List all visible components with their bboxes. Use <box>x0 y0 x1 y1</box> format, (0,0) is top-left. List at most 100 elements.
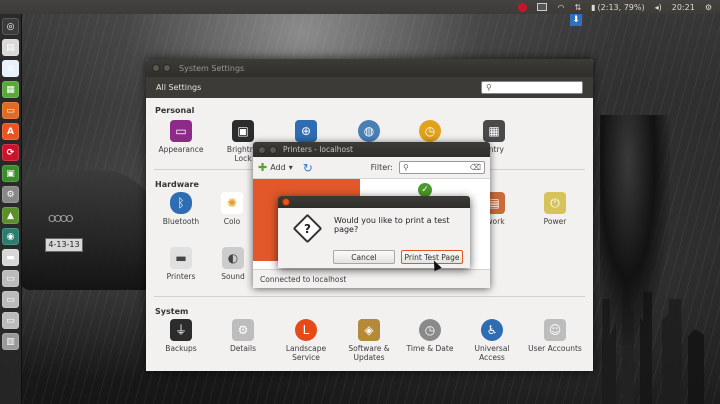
settings-item-user-accounts[interactable]: ☺ User Accounts <box>524 319 586 353</box>
item-label: Backups <box>165 344 197 353</box>
terminal-green-icon[interactable]: ▣ <box>2 165 19 182</box>
record-icon <box>518 2 528 12</box>
question-mark: ? <box>304 221 311 236</box>
software-center-icon[interactable]: A <box>2 123 19 140</box>
item-label: User Accounts <box>528 344 582 353</box>
presentation-icon[interactable]: ▭ <box>2 102 19 119</box>
wifi-indicator[interactable]: ◠ <box>557 3 564 12</box>
keyboard-indicator[interactable] <box>537 3 548 11</box>
top-panel: ◠ ⇅ ▮ (2:13, 79%) ◂) 20:21 ⚙ <box>0 0 720 14</box>
session-menu[interactable]: ⚙ <box>705 3 712 12</box>
printers-title: Printers - localhost <box>283 145 353 154</box>
sync-indicator[interactable]: ⇅ <box>574 3 581 12</box>
plus-icon: ✚ <box>258 161 268 174</box>
vm-icon[interactable]: ◉ <box>2 228 19 245</box>
settings-item-sound[interactable]: ◐ Sound <box>212 247 254 281</box>
dash-icon[interactable]: ◎ <box>2 18 19 35</box>
power-icon: ⏻ <box>544 192 566 214</box>
bluetooth-icon: ᛒ <box>170 192 192 214</box>
drive3-icon[interactable]: ▭ <box>2 312 19 329</box>
close-icon[interactable] <box>152 64 160 72</box>
settings-item-details[interactable]: ⚙ Details <box>212 319 274 353</box>
keyboard-icon <box>537 3 548 11</box>
dialog-titlebar[interactable] <box>278 196 470 208</box>
files-icon[interactable]: ▤ <box>2 39 19 56</box>
power-menu-icon: ⚙ <box>704 2 712 12</box>
download-icon[interactable]: ⬇ <box>570 14 582 26</box>
add-printer-button[interactable]: ✚ Add ▾ <box>258 161 293 174</box>
settings-toolbar: All Settings ⚲ <box>146 77 593 98</box>
item-label: Details <box>229 344 256 353</box>
printer-launch-icon[interactable]: ▬ <box>2 249 19 266</box>
drive2-icon[interactable]: ▭ <box>2 291 19 308</box>
settings-search-input[interactable]: ⚲ <box>481 81 583 94</box>
language-icon: ⊕ <box>295 120 317 142</box>
drive-icon[interactable]: ▭ <box>2 270 19 287</box>
printers-toolbar: ✚ Add ▾ ↻ Filter: ⚲ ⌫ <box>253 157 490 179</box>
search-icon: ⚲ <box>486 83 492 92</box>
user-accounts-icon: ☺ <box>544 319 566 341</box>
sound-icon: ◐ <box>222 247 244 269</box>
photos-icon[interactable]: ▲ <box>2 207 19 224</box>
clock[interactable]: 20:21 <box>672 3 695 12</box>
backups-icon: ⏚ <box>170 319 192 341</box>
settings-icon[interactable]: ⚙ <box>2 186 19 203</box>
settings-item-software-updates[interactable]: ◈ Software & Updates <box>338 319 400 362</box>
universal-access-icon: ♿ <box>481 319 503 341</box>
clear-icon[interactable]: ⌫ <box>470 163 481 172</box>
spreadsheet-icon[interactable]: ▦ <box>2 81 19 98</box>
wifi-icon: ◠ <box>557 2 565 12</box>
all-settings-button[interactable]: All Settings <box>156 83 201 92</box>
settings-item-appearance[interactable]: ▭ Appearance <box>150 120 212 154</box>
update-icon[interactable]: ⟳ <box>2 144 19 161</box>
car-plate: 4-13-13 <box>45 238 83 252</box>
settings-title: System Settings <box>179 63 245 73</box>
text-doc-icon[interactable]: ≡ <box>2 60 19 77</box>
printers-titlebar[interactable]: Printers - localhost <box>253 142 490 157</box>
item-label: Time & Date <box>406 344 454 353</box>
settings-item-backups[interactable]: ⏚ Backups <box>150 319 212 353</box>
settings-item-landscape[interactable]: L Landscape Service <box>275 319 337 362</box>
section-personal: Personal <box>155 106 195 115</box>
sync-icon: ⇅ <box>574 2 582 12</box>
launcher: ◎ ▤ ≡ ▦ ▭ A ⟳ ▣ ⚙ ▲ ◉ ▬ ▭ ▭ ▭ ▥ <box>0 14 22 404</box>
item-label: Bluetooth <box>162 217 200 226</box>
landscape-icon: L <box>295 319 317 341</box>
item-label: Universal Access <box>474 344 510 362</box>
settings-item-bluetooth[interactable]: ᛒ Bluetooth <box>150 192 212 226</box>
volume-icon: ◂) <box>654 2 662 12</box>
settings-item-color[interactable]: ✺ Colo <box>212 192 252 226</box>
test-page-dialog: ? Would you like to print a test page? C… <box>278 196 470 268</box>
close-icon[interactable] <box>258 145 266 154</box>
battery-indicator[interactable]: ▮ (2:13, 79%) <box>591 3 644 12</box>
settings-item-time-date[interactable]: ◷ Time & Date <box>399 319 461 353</box>
trash-icon[interactable]: ▥ <box>2 333 19 350</box>
minimize-icon[interactable] <box>269 145 277 154</box>
settings-item-power[interactable]: ⏻ Power <box>524 192 586 226</box>
default-check-icon: ✓ <box>418 183 432 197</box>
add-label: Add <box>270 163 286 172</box>
item-label: Colo <box>223 217 241 226</box>
divider <box>154 296 585 297</box>
refresh-icon[interactable]: ↻ <box>303 161 313 175</box>
indicator-session-red[interactable] <box>518 2 528 12</box>
volume-indicator[interactable]: ◂) <box>655 3 662 12</box>
close-icon[interactable] <box>282 198 290 206</box>
settings-item-printers[interactable]: ▬ Printers <box>150 247 212 281</box>
wallpaper-car <box>20 170 160 290</box>
settings-titlebar[interactable]: System Settings <box>146 59 593 77</box>
section-hardware: Hardware <box>155 180 199 189</box>
item-label: Power <box>543 217 567 226</box>
filter-label: Filter: <box>370 163 393 172</box>
settings-item-universal-access[interactable]: ♿ Universal Access <box>461 319 523 362</box>
dialog-message: Would you like to print a test page? <box>334 216 450 234</box>
chevron-down-icon: ▾ <box>288 163 293 172</box>
car-logo: OOOO <box>48 214 74 225</box>
item-label-bottom: Lock <box>234 154 252 163</box>
text-entry-icon: ▦ <box>483 120 505 142</box>
item-label: Appearance <box>158 145 204 154</box>
search-icon: ⚲ <box>403 163 409 172</box>
filter-input[interactable]: ⚲ ⌫ <box>399 161 485 174</box>
minimize-icon[interactable] <box>163 64 171 72</box>
cancel-button[interactable]: Cancel <box>333 250 395 264</box>
